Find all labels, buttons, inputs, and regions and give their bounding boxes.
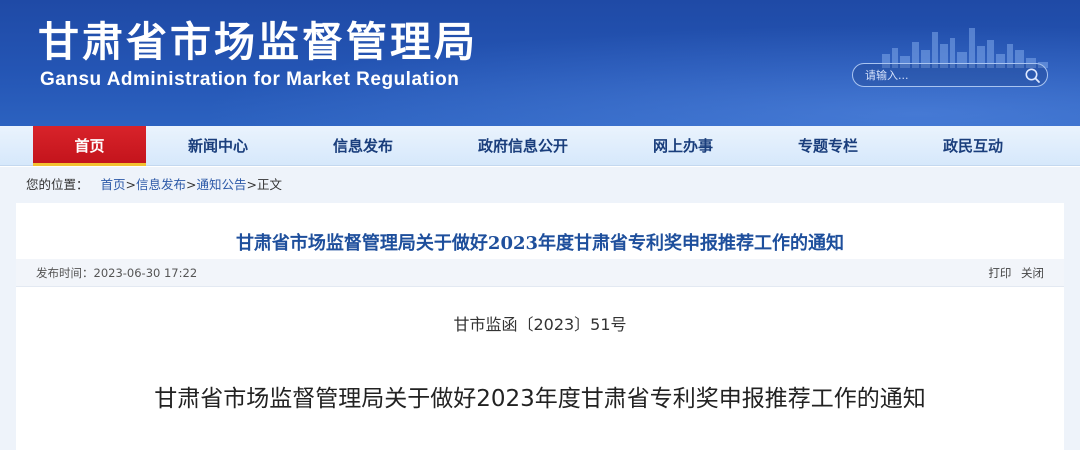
breadcrumb: 您的位置： 首页>信息发布>通知公告>正文 — [16, 170, 1064, 200]
print-link[interactable]: 打印 — [988, 266, 1011, 280]
article-heading: 甘肃省市场监督管理局关于做好2023年度甘肃省专利奖申报推荐工作的通知 — [235, 233, 845, 254]
document-title: 甘肃省市场监督管理局关于做好2023年度甘肃省专利奖申报推荐工作的通知 — [154, 386, 926, 412]
search-icon[interactable] — [1024, 67, 1041, 84]
nav-item-home[interactable]: 首页 — [33, 126, 146, 166]
document-number: 甘市监函〔2023〕51号 — [453, 315, 627, 334]
breadcrumb-prefix: 您的位置： — [26, 177, 89, 192]
breadcrumb-separator: > — [186, 177, 197, 192]
breadcrumb-separator: > — [125, 177, 136, 192]
main-nav: 首页 新闻中心 信息发布 政府信息公开 网上办事 专题专栏 政民互动 — [0, 126, 1080, 166]
breadcrumb-link-notices[interactable]: 通知公告 — [197, 177, 247, 192]
nav-item-public-interaction[interactable]: 政民互动 — [920, 126, 1026, 166]
site-subtitle: Gansu Administration for Market Regulati… — [40, 69, 460, 90]
search-box[interactable] — [852, 63, 1048, 87]
publish-time-label: 发布时间： — [36, 266, 94, 280]
close-link[interactable]: 关闭 — [1021, 266, 1044, 280]
article-actions: 打印 关闭 — [982, 259, 1044, 287]
breadcrumb-separator: > — [246, 177, 257, 192]
nav-item-info-release[interactable]: 信息发布 — [310, 126, 416, 166]
search-input[interactable] — [865, 67, 1015, 83]
nav-item-news[interactable]: 新闻中心 — [165, 126, 271, 166]
breadcrumb-link-info-release[interactable]: 信息发布 — [136, 177, 186, 192]
nav-item-special-topics[interactable]: 专题专栏 — [775, 126, 881, 166]
site-header: 甘肃省市场监督管理局 Gansu Administration for Mark… — [0, 0, 1080, 126]
nav-item-gov-info-disclosure[interactable]: 政府信息公开 — [462, 126, 584, 166]
publish-time: 发布时间：2023-06-30 17:22 — [36, 259, 197, 287]
article-meta-bar: 发布时间：2023-06-30 17:22 打印 关闭 — [16, 259, 1064, 287]
nav-item-online-services[interactable]: 网上办事 — [630, 126, 736, 166]
article-card: 甘肃省市场监督管理局关于做好2023年度甘肃省专利奖申报推荐工作的通知 发布时间… — [16, 203, 1064, 450]
breadcrumb-link-home[interactable]: 首页 — [101, 177, 126, 192]
publish-time-value: 2023-06-30 17:22 — [93, 266, 198, 280]
city-skyline-icon — [882, 28, 1048, 68]
site-title[interactable]: 甘肃省市场监督管理局 — [38, 16, 478, 68]
breadcrumb-current: 正文 — [257, 177, 283, 192]
